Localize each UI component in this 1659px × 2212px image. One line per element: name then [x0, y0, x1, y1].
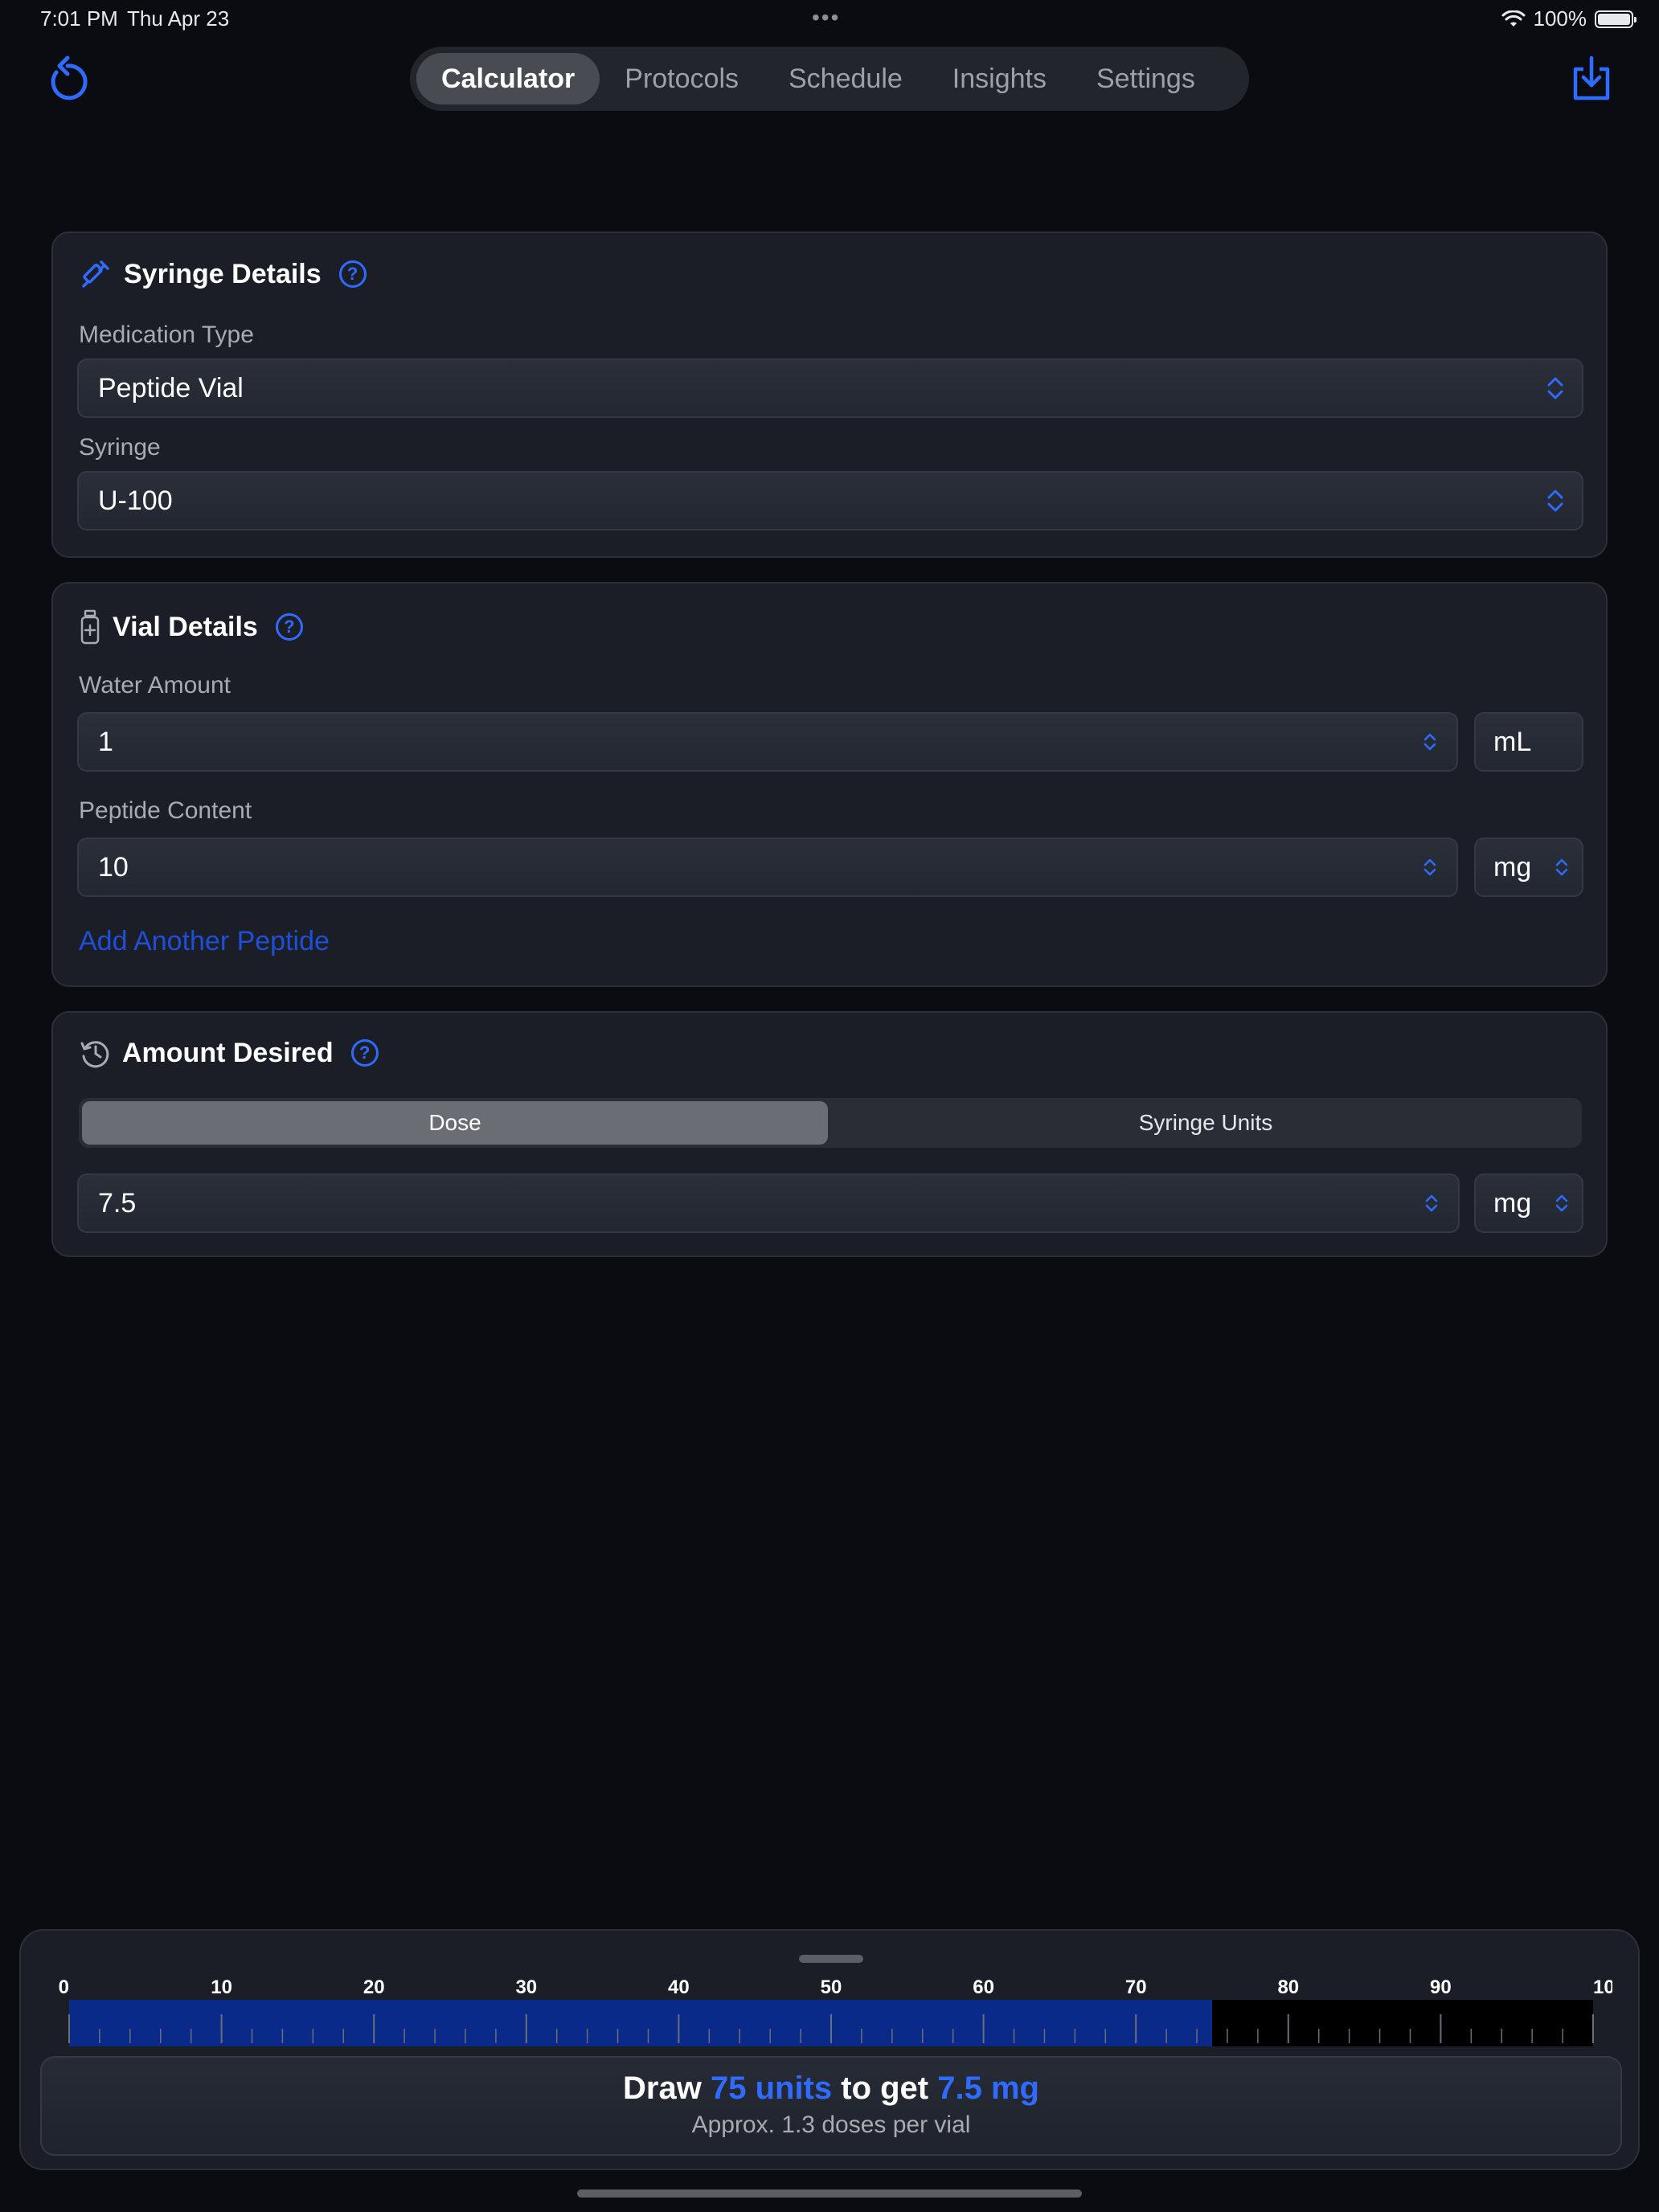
toggle-dose[interactable]: Dose	[82, 1101, 828, 1145]
syringe-details-title: Syringe Details	[124, 258, 322, 289]
water-amount-input[interactable]: 1	[77, 712, 1458, 772]
result-dose: 7.5 mg	[937, 2071, 1039, 2106]
gauge-tick-label: 70	[1125, 1976, 1147, 1998]
tab-schedule[interactable]: Schedule	[764, 53, 928, 104]
amount-desired-card: Amount Desired ? Dose Syringe Units 7.5 …	[51, 1011, 1608, 1257]
syringe-icon	[82, 260, 109, 288]
chevron-up-down-icon	[1555, 1194, 1568, 1212]
gauge-tick-label: 80	[1277, 1976, 1299, 1998]
dose-input[interactable]: 7.5	[77, 1174, 1460, 1233]
medication-type-select[interactable]: Peptide Vial	[77, 358, 1583, 418]
result-units: 75 units	[710, 2071, 833, 2106]
syringe-gauge: 0 10 20 30 40 50 60 70 80 90 100	[59, 1976, 1612, 2046]
stepper-icon	[1423, 733, 1436, 751]
vial-icon	[80, 609, 100, 645]
syringe-details-card: Syringe Details ? Medication Type Peptid…	[51, 231, 1608, 558]
gauge-tick-label: 10	[211, 1976, 232, 1998]
water-amount-label: Water Amount	[79, 672, 231, 698]
peptide-unit-value: mg	[1493, 851, 1532, 883]
multitasking-dots-icon[interactable]: •••	[812, 5, 840, 31]
medication-type-label: Medication Type	[79, 322, 254, 348]
water-amount-value: 1	[98, 726, 113, 757]
add-another-peptide-link[interactable]: Add Another Peptide	[79, 926, 330, 957]
export-icon	[1573, 55, 1610, 100]
medication-type-value: Peptide Vial	[98, 372, 244, 403]
status-bar: 7:01 PM Thu Apr 23 ••• 100%	[0, 0, 1659, 39]
toggle-syringe-units[interactable]: Syringe Units	[833, 1101, 1579, 1145]
result-sheet: 0 10 20 30 40 50 60 70 80 90 100 Draw 75 units to …	[19, 1929, 1640, 2170]
help-icon[interactable]: ?	[275, 613, 303, 641]
gauge-tick-label: 30	[515, 1976, 537, 1998]
export-button[interactable]	[1566, 53, 1617, 104]
gauge-tick-label: 60	[973, 1976, 994, 1998]
water-unit-field[interactable]: mL	[1474, 712, 1583, 772]
reset-icon	[51, 55, 88, 100]
result-panel: Draw 75 units to get 7.5 mg Approx. 1.3 …	[40, 2056, 1622, 2156]
peptide-content-input[interactable]: 10	[77, 838, 1458, 897]
battery-icon	[1595, 10, 1636, 28]
main-tab-bar: Calculator Protocols Schedule Insights S…	[410, 47, 1249, 111]
tab-settings[interactable]: Settings	[1071, 53, 1220, 104]
peptide-content-value: 10	[98, 851, 129, 883]
battery-percent: 100%	[1533, 6, 1587, 31]
dose-unit-value: mg	[1493, 1187, 1532, 1219]
result-middle: to get	[841, 2071, 929, 2106]
stepper-icon	[1425, 1194, 1438, 1212]
wifi-icon	[1501, 10, 1525, 27]
water-unit-value: mL	[1493, 726, 1532, 757]
gauge-tick-label: 100	[1593, 1976, 1612, 1998]
vial-details-title: Vial Details	[113, 611, 258, 642]
gauge-tick-label: 20	[363, 1976, 385, 1998]
dose-unit-select[interactable]: mg	[1474, 1174, 1583, 1233]
peptide-content-label: Peptide Content	[79, 797, 252, 824]
syringe-value: U-100	[98, 485, 173, 516]
tab-protocols[interactable]: Protocols	[600, 53, 764, 104]
history-icon	[80, 1041, 109, 1068]
gauge-tick-label: 50	[821, 1976, 842, 1998]
result-draw-prefix: Draw	[623, 2071, 702, 2106]
gauge-tick-label: 90	[1430, 1976, 1452, 1998]
home-indicator[interactable]	[577, 2189, 1082, 2198]
gauge-tick-label: 0	[59, 1976, 69, 1998]
dose-mode-toggle: Dose Syringe Units	[79, 1098, 1582, 1148]
help-icon[interactable]: ?	[350, 1039, 379, 1067]
chevron-up-down-icon	[1547, 490, 1563, 512]
dose-value: 7.5	[98, 1187, 137, 1219]
result-subtitle: Approx. 1.3 doses per vial	[691, 2112, 971, 2138]
vial-details-card: Vial Details ? Water Amount 1 mL Peptide…	[51, 582, 1608, 987]
sheet-grabber[interactable]	[799, 1955, 863, 1963]
status-date: Thu Apr 23	[127, 6, 230, 31]
reset-button[interactable]	[42, 53, 93, 104]
peptide-unit-select[interactable]: mg	[1474, 838, 1583, 897]
syringe-select[interactable]: U-100	[77, 471, 1583, 530]
amount-desired-title: Amount Desired	[122, 1037, 334, 1068]
tab-calculator[interactable]: Calculator	[416, 53, 600, 104]
stepper-icon	[1423, 858, 1436, 876]
chevron-up-down-icon	[1547, 377, 1563, 399]
help-icon[interactable]: ?	[338, 260, 367, 288]
tab-insights[interactable]: Insights	[928, 53, 1071, 104]
status-time: 7:01 PM	[40, 6, 118, 31]
chevron-up-down-icon	[1555, 858, 1568, 876]
gauge-tick-label: 40	[668, 1976, 690, 1998]
gauge-fill	[69, 2000, 1212, 2046]
syringe-label: Syringe	[79, 434, 161, 461]
